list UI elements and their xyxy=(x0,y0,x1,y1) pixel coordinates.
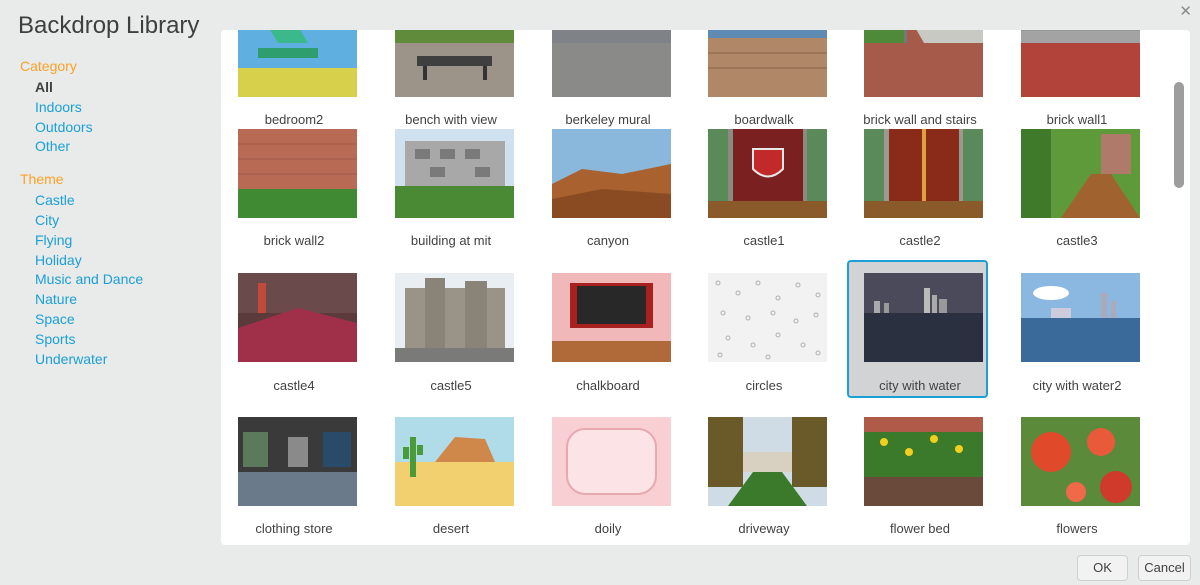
backdrop-item[interactable]: castle5 xyxy=(380,262,521,400)
backdrop-thumbnail xyxy=(552,273,671,362)
backdrop-item[interactable]: castle1 xyxy=(693,118,834,256)
backdrop-item[interactable]: clothing store xyxy=(223,406,364,544)
cancel-button[interactable]: Cancel xyxy=(1138,555,1191,581)
backdrop-thumbnail xyxy=(864,30,983,97)
filter-sidebar: Category All Indoors Outdoors Other Them… xyxy=(20,57,210,369)
backdrop-thumbnail xyxy=(864,273,983,362)
dialog-title: Backdrop Library xyxy=(18,12,200,39)
backdrop-thumbnail xyxy=(1021,129,1140,218)
theme-heading: Theme xyxy=(20,171,64,188)
backdrop-item[interactable]: castle3 xyxy=(1006,118,1147,256)
backdrop-label: flowers xyxy=(1056,521,1098,536)
backdrop-thumbnail xyxy=(708,273,827,362)
theme-holiday[interactable]: Holiday xyxy=(20,251,210,271)
backdrop-label: driveway xyxy=(738,521,790,536)
theme-flying[interactable]: Flying xyxy=(20,231,210,251)
backdrop-thumbnail xyxy=(1021,30,1140,97)
close-icon[interactable]: ✕ xyxy=(1179,2,1192,20)
backdrop-thumbnail xyxy=(1021,273,1140,362)
backdrop-thumbnail xyxy=(1021,417,1140,506)
backdrop-thumbnail xyxy=(238,273,357,362)
theme-castle[interactable]: Castle xyxy=(20,191,210,211)
ok-button[interactable]: OK xyxy=(1077,555,1128,581)
theme-music-and-dance[interactable]: Music and Dance xyxy=(20,270,210,290)
backdrop-thumbnail xyxy=(864,417,983,506)
backdrop-label: building at mit xyxy=(410,233,492,248)
theme-space[interactable]: Space xyxy=(20,310,210,330)
backdrop-panel: bedroom2 bench with view berkeley mural boa… xyxy=(221,30,1190,545)
category-heading: Category xyxy=(20,58,77,74)
backdrop-label: circles xyxy=(745,378,783,393)
backdrop-label: flower bed xyxy=(890,521,950,536)
backdrop-thumbnail xyxy=(395,273,514,362)
backdrop-item[interactable]: flower bed xyxy=(849,406,990,544)
backdrop-thumbnail xyxy=(395,417,514,506)
backdrop-thumbnail xyxy=(708,417,827,506)
theme-city[interactable]: City xyxy=(20,211,210,231)
backdrop-item[interactable]: canyon xyxy=(537,118,678,256)
backdrop-item[interactable]: flowers xyxy=(1006,406,1147,544)
scrollbar-thumb[interactable] xyxy=(1174,82,1184,188)
backdrop-label: canyon xyxy=(587,233,629,248)
backdrop-item[interactable]: castle4 xyxy=(223,262,364,400)
backdrop-thumbnail xyxy=(552,30,671,97)
backdrop-item[interactable]: brick wall2 xyxy=(223,118,364,256)
backdrop-thumbnail xyxy=(238,129,357,218)
backdrop-label: chalkboard xyxy=(576,378,640,393)
backdrop-thumbnail xyxy=(238,417,357,506)
backdrop-thumbnail xyxy=(708,129,827,218)
backdrop-thumbnail xyxy=(395,30,514,97)
backdrop-label: castle5 xyxy=(430,378,472,393)
backdrop-item[interactable]: chalkboard xyxy=(537,262,678,400)
backdrop-label: clothing store xyxy=(255,521,333,536)
backdrop-label: city with water2 xyxy=(1032,378,1122,393)
category-indoors[interactable]: Indoors xyxy=(20,98,210,118)
backdrop-label: castle3 xyxy=(1056,233,1098,248)
backdrop-thumbnail xyxy=(864,129,983,218)
backdrop-thumbnail xyxy=(395,129,514,218)
theme-underwater[interactable]: Underwater xyxy=(20,350,210,370)
backdrop-item[interactable]: doily xyxy=(537,406,678,544)
backdrop-item[interactable]: desert xyxy=(380,406,521,544)
backdrop-label: desert xyxy=(432,521,470,536)
backdrop-item[interactable]: driveway xyxy=(693,406,834,544)
backdrop-thumbnail xyxy=(552,417,671,506)
category-other[interactable]: Other xyxy=(20,137,210,157)
backdrop-grid: bedroom2 bench with view berkeley mural boa… xyxy=(221,30,1171,545)
backdrop-item[interactable]: city with water xyxy=(847,260,988,398)
backdrop-label: castle2 xyxy=(899,233,941,248)
category-all[interactable]: All xyxy=(20,78,210,98)
theme-sports[interactable]: Sports xyxy=(20,330,210,350)
backdrop-item[interactable]: building at mit xyxy=(380,118,521,256)
backdrop-item[interactable]: city with water2 xyxy=(1006,262,1147,400)
backdrop-thumbnail xyxy=(238,30,357,97)
category-outdoors[interactable]: Outdoors xyxy=(20,118,210,138)
backdrop-thumbnail xyxy=(552,129,671,218)
backdrop-label: city with water xyxy=(879,378,961,393)
backdrop-item[interactable]: castle2 xyxy=(849,118,990,256)
backdrop-label: castle4 xyxy=(273,378,315,393)
backdrop-label: castle1 xyxy=(743,233,785,248)
theme-nature[interactable]: Nature xyxy=(20,290,210,310)
backdrop-item[interactable]: circles xyxy=(693,262,834,400)
backdrop-label: doily xyxy=(594,521,622,536)
backdrop-label: brick wall2 xyxy=(263,233,325,248)
backdrop-thumbnail xyxy=(708,30,827,97)
